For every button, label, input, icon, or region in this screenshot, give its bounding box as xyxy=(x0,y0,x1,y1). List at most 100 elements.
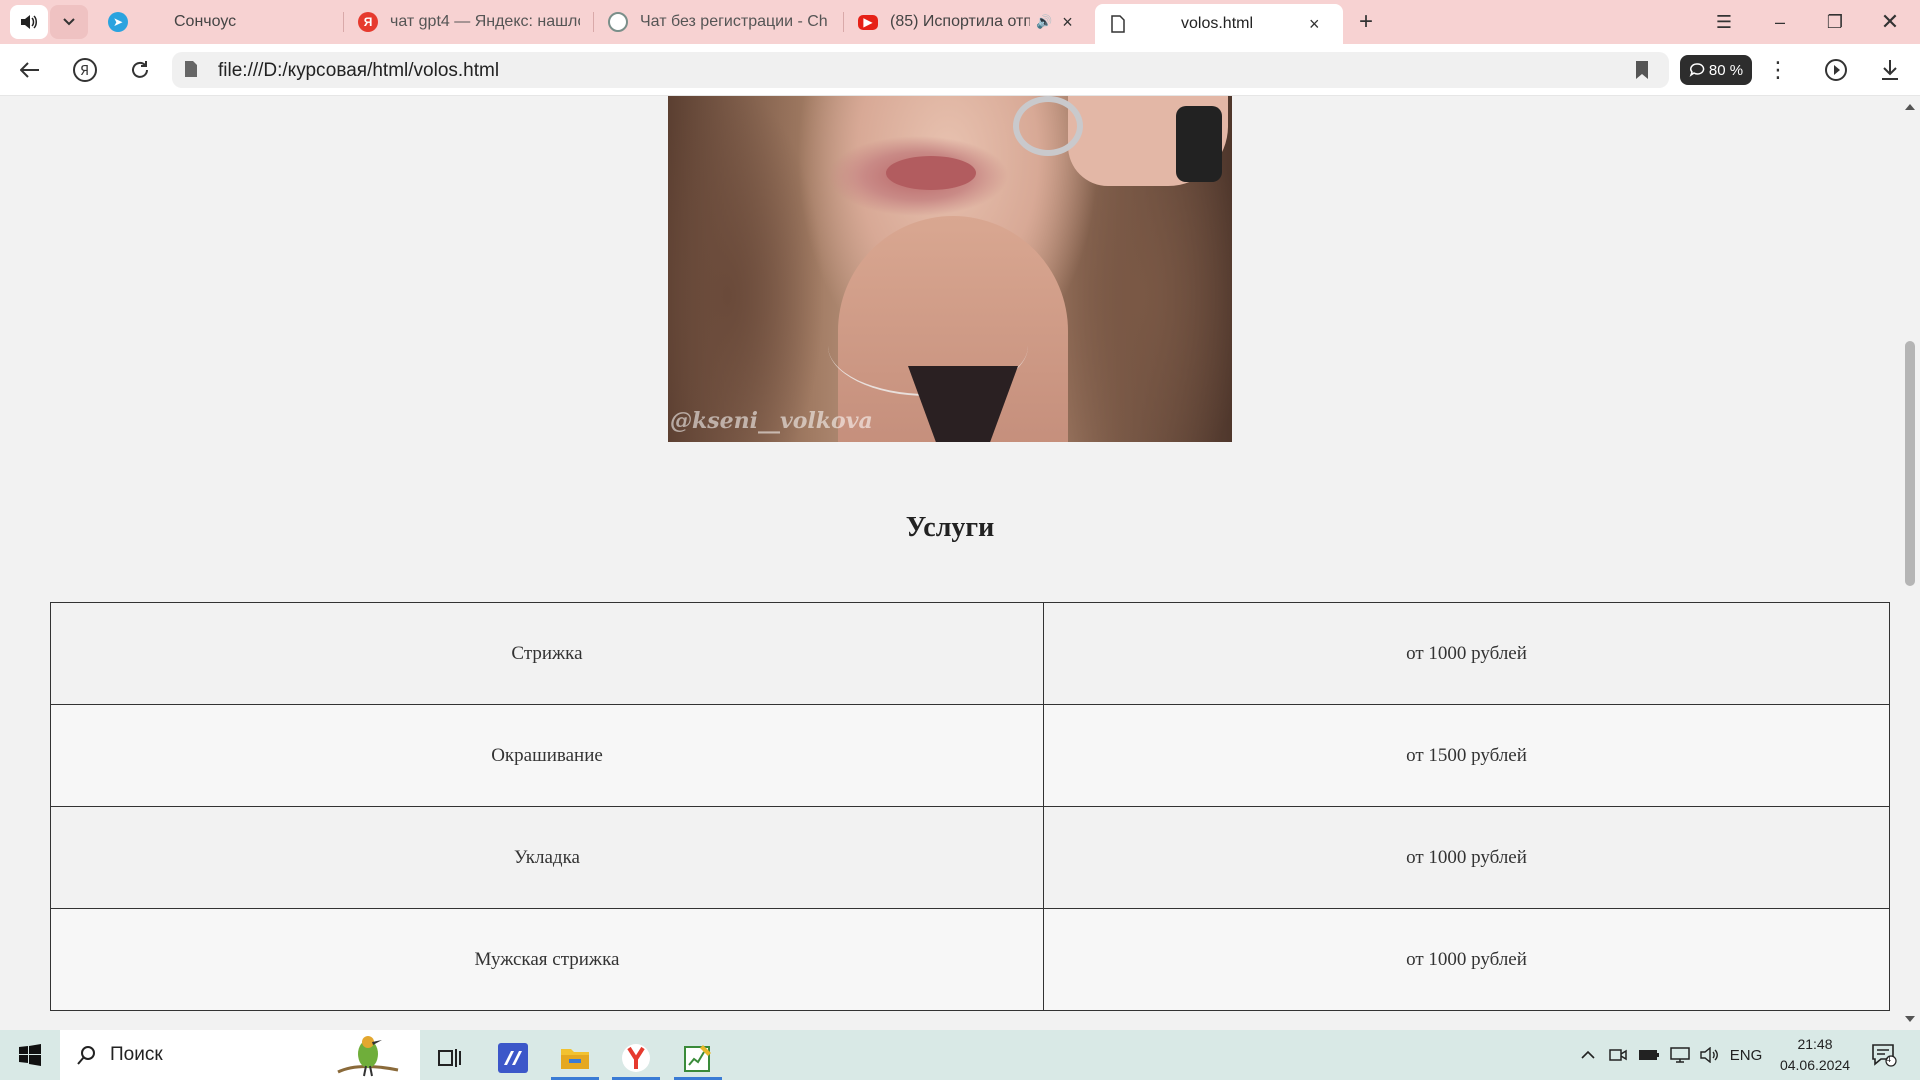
notepad-chart-icon xyxy=(684,1044,711,1072)
table-row: Стрижка от 1000 рублей xyxy=(50,602,1890,705)
task-view-icon xyxy=(438,1048,461,1067)
notification-icon xyxy=(1872,1044,1897,1067)
service-price: от 1000 рублей xyxy=(1043,908,1890,1011)
tab-list-button[interactable] xyxy=(50,5,88,39)
tab-title: Чат без регистрации - Ch xyxy=(640,13,828,30)
close-icon[interactable]: × xyxy=(1062,12,1073,33)
show-hidden-icons-button[interactable] xyxy=(1574,1030,1602,1080)
page-viewport: @kseni__volkova Услуги Стрижка от 1000 р… xyxy=(0,96,1900,1030)
service-name: Стрижка xyxy=(50,602,1044,705)
search-label: Поиск xyxy=(110,1044,163,1065)
download-icon xyxy=(1882,60,1898,80)
tab-telegram[interactable]: ➤ Сончоус xyxy=(108,5,336,39)
zoom-level: 80 % xyxy=(1708,61,1744,79)
reload-icon xyxy=(132,61,148,78)
network-icon xyxy=(1670,1047,1690,1063)
yandex-browser-icon xyxy=(622,1043,650,1072)
taskbar-app-explorer[interactable] xyxy=(547,1035,603,1080)
editor-app-icon xyxy=(498,1042,528,1073)
chevron-up-icon xyxy=(1581,1050,1595,1059)
task-view-button[interactable] xyxy=(422,1035,478,1080)
volume-icon xyxy=(1700,1047,1718,1063)
media-player-button[interactable] xyxy=(1818,52,1854,88)
camera-icon xyxy=(1609,1049,1627,1061)
yandex-home-button[interactable]: Я xyxy=(67,52,103,88)
close-window-button[interactable]: ✕ xyxy=(1870,6,1910,38)
tab-volos[interactable]: volos.html × xyxy=(1095,4,1343,44)
address-bar[interactable]: file:///D:/курсовая/html/volos.html xyxy=(172,52,1669,88)
volume-button[interactable] xyxy=(1696,1030,1724,1080)
tab-title: чат gpt4 — Яндекс: нашло xyxy=(390,13,580,30)
yandex-icon: Я xyxy=(358,12,378,32)
page-scrollbar[interactable] xyxy=(1900,96,1920,1030)
tab-title: (85) Испортила отпу xyxy=(890,13,1030,30)
browser-toolbar: Я file:///D:/курсовая/html/volos.html 80… xyxy=(0,44,1920,96)
reload-button[interactable] xyxy=(122,52,158,88)
clock-time: 21:48 xyxy=(1797,1036,1833,1052)
speaker-icon xyxy=(21,15,37,29)
services-heading: Услуги xyxy=(905,512,995,543)
chevron-down-icon xyxy=(63,18,75,26)
tab-title: Сончоус xyxy=(174,13,237,30)
battery-icon xyxy=(1639,1050,1659,1060)
chatgpt-icon xyxy=(608,12,628,32)
service-price: от 1000 рублей xyxy=(1043,602,1890,705)
scrollbar-thumb[interactable] xyxy=(1905,341,1915,586)
network-button[interactable] xyxy=(1666,1030,1694,1080)
restore-button[interactable]: ❐ xyxy=(1815,6,1855,38)
tab-title: volos.html xyxy=(1181,15,1254,32)
service-name: Окрашивание xyxy=(50,704,1044,807)
more-menu-button[interactable]: ⋮ xyxy=(1760,52,1796,88)
downloads-button[interactable] xyxy=(1872,52,1908,88)
taskbar-search[interactable]: Поиск xyxy=(60,1030,420,1080)
tab-youtube[interactable]: ▶ (85) Испортила отпу 🔊 × xyxy=(858,5,1080,39)
notification-count: 4 xyxy=(1886,1054,1892,1064)
svg-text:Я: Я xyxy=(80,64,89,79)
taskbar-clock[interactable]: 21:48 04.06.2024 xyxy=(1770,1034,1860,1076)
tab-yandex-search[interactable]: Я чат gpt4 — Яндекс: нашло xyxy=(358,5,580,39)
zoom-indicator[interactable]: 80 % xyxy=(1680,55,1752,85)
minimize-button[interactable]: – xyxy=(1760,6,1800,38)
youtube-icon: ▶ xyxy=(858,14,878,30)
table-row: Окрашивание от 1500 рублей xyxy=(50,704,1890,807)
services-table: Стрижка от 1000 рублей Окрашивание от 15… xyxy=(50,602,1890,1011)
tab-strip: ➤ Сончоус Я чат gpt4 — Яндекс: нашло Чат… xyxy=(0,0,1920,44)
windows-logo-icon xyxy=(19,1044,41,1066)
search-icon xyxy=(77,1046,95,1065)
bookmark-icon[interactable] xyxy=(1635,60,1649,80)
battery-button[interactable] xyxy=(1634,1030,1664,1080)
speaker-icon[interactable]: 🔊 xyxy=(1036,14,1052,30)
taskbar-app-notepad[interactable] xyxy=(670,1035,726,1080)
windows-taskbar: Поиск ENG 21:48 04.06.2024 4 xyxy=(0,1030,1920,1080)
hair-photo: @kseni__volkova xyxy=(668,96,1232,442)
address-url[interactable]: file:///D:/курсовая/html/volos.html xyxy=(218,60,499,82)
telegram-icon: ➤ xyxy=(108,12,128,32)
clock-date: 04.06.2024 xyxy=(1779,1057,1851,1073)
new-tab-button[interactable]: + xyxy=(1346,6,1386,38)
play-icon xyxy=(1825,59,1847,81)
close-icon[interactable]: × xyxy=(1309,14,1320,35)
chat-bubble-icon xyxy=(1689,63,1705,77)
scissors-image xyxy=(1013,96,1083,156)
photo-watermark: @kseni__volkova xyxy=(670,408,873,434)
tab-chat[interactable]: Чат без регистрации - Ch xyxy=(608,5,834,39)
notifications-button[interactable]: 4 xyxy=(1866,1040,1902,1070)
tab-audio-button[interactable] xyxy=(10,5,48,39)
back-button[interactable] xyxy=(12,52,48,88)
taskbar-app-yandex-browser[interactable] xyxy=(608,1035,664,1080)
service-name: Укладка xyxy=(50,806,1044,909)
taskbar-app-editor[interactable] xyxy=(485,1035,541,1080)
language-indicator[interactable]: ENG xyxy=(1728,1030,1764,1080)
bird-illustration-icon xyxy=(337,1036,399,1077)
table-row: Мужская стрижка от 1000 рублей xyxy=(50,908,1890,1011)
scroll-down-arrow[interactable] xyxy=(1905,1016,1915,1022)
start-button[interactable] xyxy=(10,1039,50,1071)
service-price: от 1500 рублей xyxy=(1043,704,1890,807)
scroll-up-arrow[interactable] xyxy=(1905,104,1915,110)
meet-now-button[interactable] xyxy=(1605,1030,1631,1080)
yandex-logo-icon: Я xyxy=(73,58,97,82)
service-name: Мужская стрижка xyxy=(50,908,1044,1011)
menu-icon[interactable]: ☰ xyxy=(1704,6,1744,38)
folder-icon xyxy=(561,1048,589,1069)
service-price: от 1000 рублей xyxy=(1043,806,1890,909)
